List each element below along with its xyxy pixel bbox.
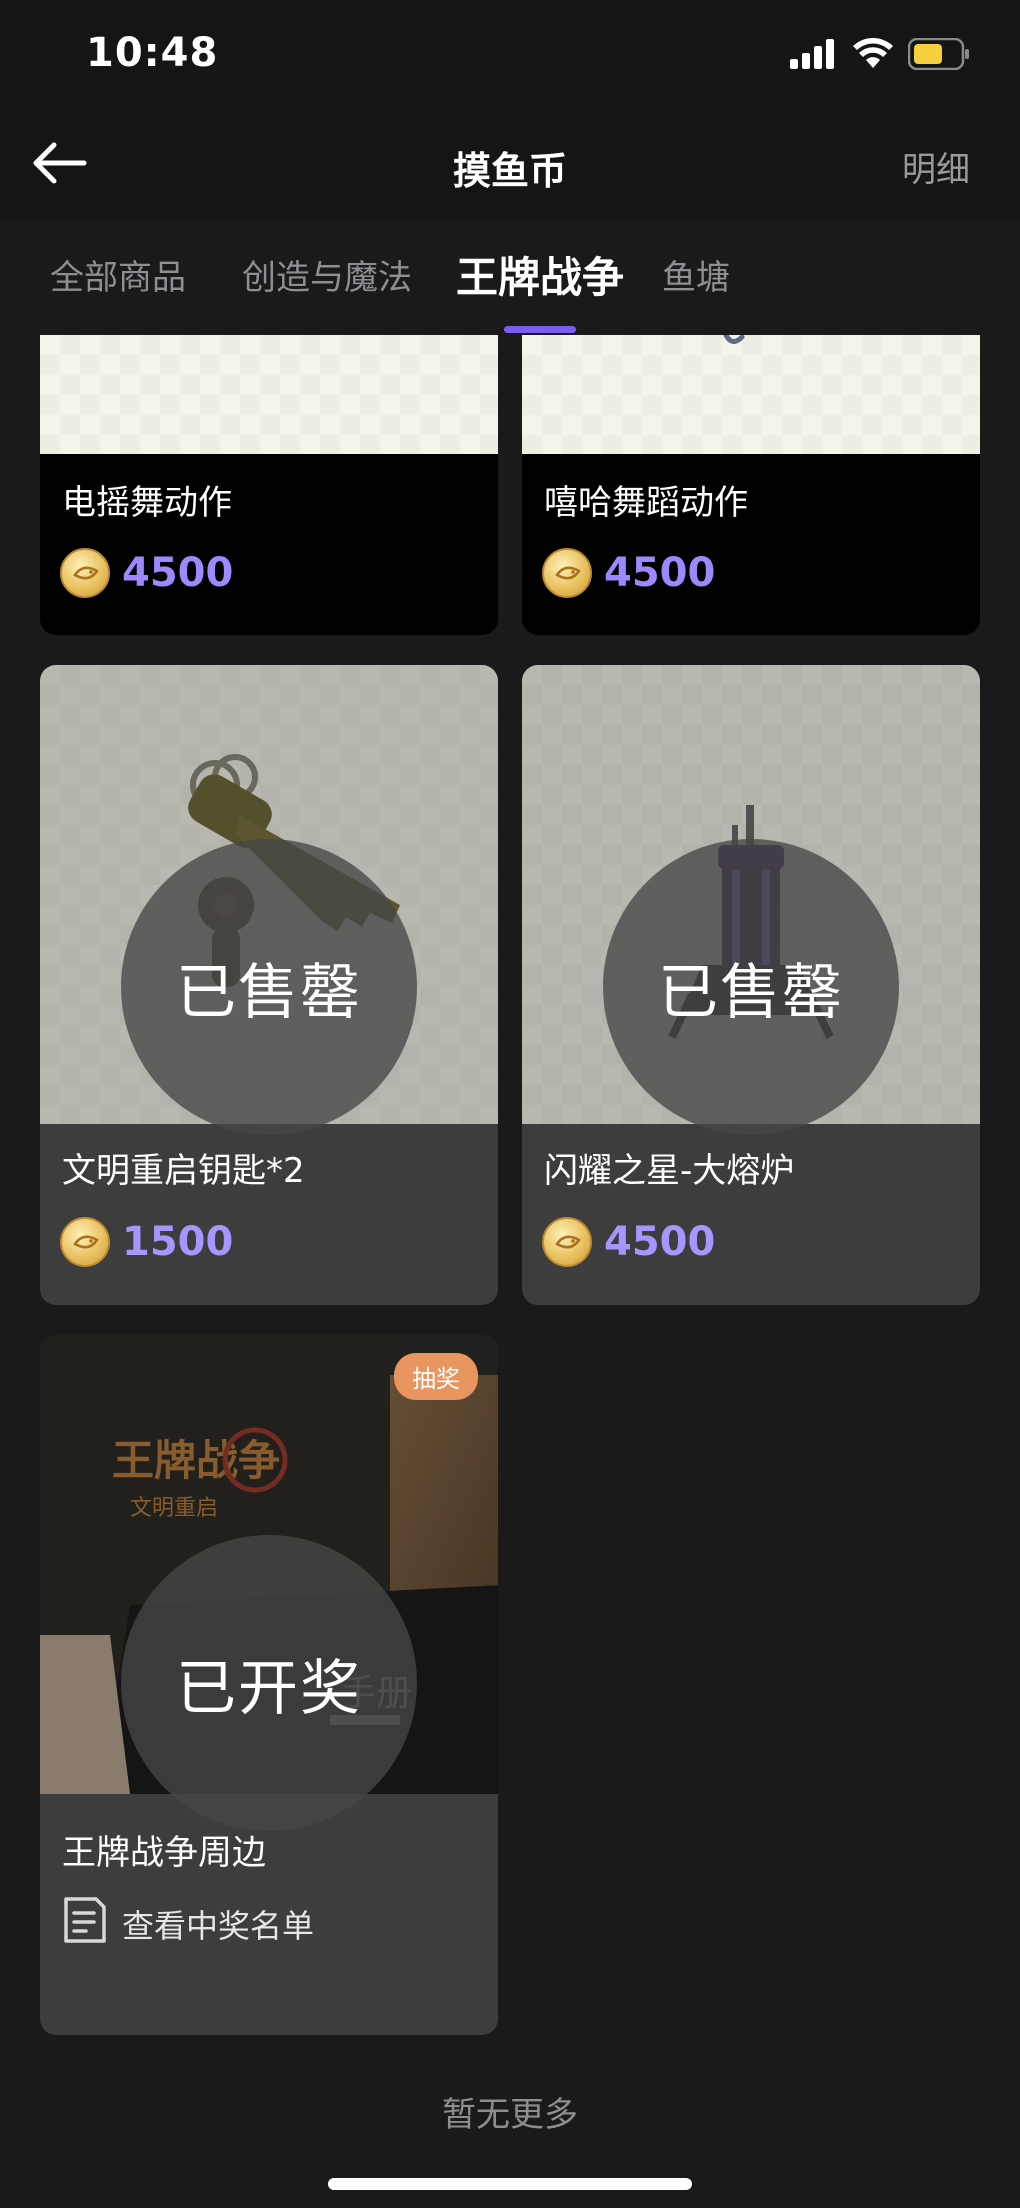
view-winners-link[interactable]: 查看中奖名单 <box>62 1895 314 1953</box>
lottery-drawn-overlay: 已开奖 <box>121 1535 417 1831</box>
nav-bar: 摸鱼币 明细 <box>0 110 1020 220</box>
detail-button[interactable]: 明细 <box>902 142 970 191</box>
product-name: 文明重启钥匙*2 <box>62 1151 305 1191</box>
product-name: 王牌战争周边 <box>62 1833 266 1873</box>
coin-icon <box>542 1217 592 1267</box>
product-name: 嘻哈舞蹈动作 <box>544 483 748 523</box>
category-tabs: 全部商品 创造与魔法 王牌战争 鱼塘 <box>0 220 1020 335</box>
battery-icon <box>907 37 970 74</box>
home-indicator[interactable] <box>328 2178 692 2190</box>
sold-out-overlay: 已售罄 <box>121 839 417 1135</box>
tab-ace-war[interactable]: 王牌战争 <box>456 244 624 305</box>
product-price: 4500 <box>542 1217 715 1267</box>
merch-logo-title: 王牌战争 <box>112 1436 280 1485</box>
wifi-icon <box>852 38 894 74</box>
tab-fish-pond[interactable]: 鱼塘 <box>662 250 730 299</box>
product-price: 4500 <box>542 548 715 598</box>
tab-create-magic[interactable]: 创造与魔法 <box>242 250 412 299</box>
price-value: 4500 <box>122 550 234 596</box>
merch-logo-sub: 文明重启 <box>130 1496 218 1521</box>
lottery-badge: 抽奖 <box>394 1353 478 1400</box>
price-value: 4500 <box>604 550 716 596</box>
product-grid: 电摇舞动作 4500 嘻哈舞蹈动作 4500 已售罄 文明重启钥匙*2 1500… <box>0 335 1020 2208</box>
view-winners-label: 查看中奖名单 <box>122 1907 315 1945</box>
coin-icon <box>542 548 592 598</box>
signal-icon <box>790 39 838 73</box>
product-name: 电摇舞动作 <box>62 483 232 523</box>
product-card[interactable]: 嘻哈舞蹈动作 4500 <box>522 335 980 635</box>
product-card[interactable]: 电摇舞动作 4500 <box>40 335 498 635</box>
product-card[interactable]: 已售罄 文明重启钥匙*2 1500 <box>40 665 498 1305</box>
document-icon <box>62 1895 108 1953</box>
price-value: 4500 <box>604 1219 716 1265</box>
no-more-text: 暂无更多 <box>442 2095 578 2135</box>
product-name: 闪耀之星-大熔炉 <box>544 1151 795 1191</box>
product-image <box>40 335 498 454</box>
sold-out-overlay: 已售罄 <box>603 839 899 1135</box>
coin-icon <box>60 1217 110 1267</box>
product-price: 1500 <box>60 1217 233 1267</box>
product-image <box>522 335 980 454</box>
product-card[interactable]: 已售罄 闪耀之星-大熔炉 4500 <box>522 665 980 1305</box>
product-card[interactable]: 王牌战争 文明重启 手册 抽奖 已开奖 王牌战争周边 查 <box>40 1335 498 2035</box>
status-time: 10:48 <box>86 30 219 76</box>
page-title: 摸鱼币 <box>452 149 567 193</box>
price-value: 1500 <box>122 1219 234 1265</box>
active-tab-indicator <box>504 326 576 333</box>
status-bar: 10:48 <box>0 0 1020 110</box>
status-icons <box>790 37 970 74</box>
product-price: 4500 <box>60 548 233 598</box>
screen: 10:48 摸鱼币 明细 全部商品 创造与魔法 王牌战争 鱼塘 电摇舞动作 45… <box>0 0 1020 2208</box>
coin-icon <box>60 548 110 598</box>
tab-all-products[interactable]: 全部商品 <box>50 250 186 299</box>
